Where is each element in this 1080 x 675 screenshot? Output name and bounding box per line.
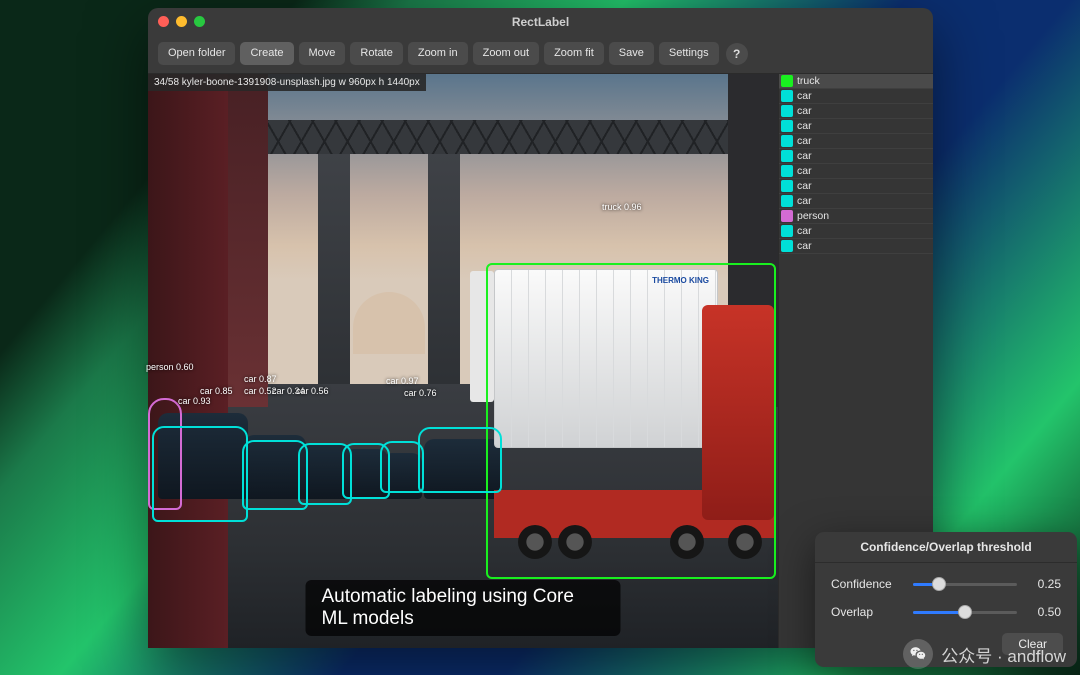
label-row[interactable]: person <box>779 209 933 224</box>
label-name: person <box>797 210 829 222</box>
label-color-swatch <box>781 180 793 192</box>
traffic-lights <box>158 16 205 27</box>
label-row[interactable]: truck <box>779 74 933 89</box>
move-button[interactable]: Move <box>299 42 346 65</box>
annotation-label: car 0.85 <box>200 386 233 396</box>
label-color-swatch <box>781 225 793 237</box>
image-canvas[interactable]: THERMO KING 34/58 kyler-boone-1391908-un… <box>148 74 779 648</box>
label-name: car <box>797 180 812 192</box>
fullscreen-icon[interactable] <box>194 16 205 27</box>
label-color-swatch <box>781 210 793 222</box>
overlap-value: 0.50 <box>1027 605 1061 619</box>
overlap-label: Overlap <box>831 605 903 619</box>
close-icon[interactable] <box>158 16 169 27</box>
label-name: car <box>797 165 812 177</box>
annotation-label: car 0.97 <box>386 376 419 386</box>
watermark-text: 公众号 · andflow <box>941 642 1066 667</box>
watermark: 公众号 · andflow <box>903 639 1066 669</box>
label-name: car <box>797 225 812 237</box>
label-name: car <box>797 195 812 207</box>
label-name: car <box>797 150 812 162</box>
label-name: car <box>797 120 812 132</box>
label-row[interactable]: car <box>779 194 933 209</box>
label-row[interactable]: car <box>779 134 933 149</box>
help-button[interactable]: ? <box>726 43 748 65</box>
image-scene: THERMO KING <box>148 74 778 648</box>
toolbar: Open folder Create Move Rotate Zoom in Z… <box>148 36 933 74</box>
threshold-panel-title: Confidence/Overlap threshold <box>815 532 1077 563</box>
label-row[interactable]: car <box>779 179 933 194</box>
overlap-slider[interactable] <box>913 605 1017 619</box>
zoom-in-button[interactable]: Zoom in <box>408 42 468 65</box>
wechat-icon <box>903 639 933 669</box>
annotation-label: truck 0.96 <box>602 202 642 212</box>
confidence-row: Confidence 0.25 <box>815 563 1077 591</box>
label-name: car <box>797 90 812 102</box>
label-color-swatch <box>781 105 793 117</box>
save-button[interactable]: Save <box>609 42 654 65</box>
confidence-slider[interactable] <box>913 577 1017 591</box>
label-row[interactable]: car <box>779 104 933 119</box>
label-color-swatch <box>781 90 793 102</box>
label-color-swatch <box>781 120 793 132</box>
annotation-label: car 0.93 <box>178 396 211 406</box>
annotation-label: person 0.60 <box>146 362 194 372</box>
settings-button[interactable]: Settings <box>659 42 719 65</box>
open-folder-button[interactable]: Open folder <box>158 42 235 65</box>
create-button[interactable]: Create <box>240 42 293 65</box>
label-row[interactable]: car <box>779 89 933 104</box>
label-row[interactable]: car <box>779 164 933 179</box>
image-caption: Automatic labeling using Core ML models <box>306 580 621 636</box>
annotation-label: car 0.76 <box>404 388 437 398</box>
label-color-swatch <box>781 240 793 252</box>
annotation-label: car 0.56 <box>296 386 329 396</box>
label-row[interactable]: car <box>779 119 933 134</box>
image-infobar: 34/58 kyler-boone-1391908-unsplash.jpg w… <box>148 74 426 91</box>
label-name: car <box>797 240 812 252</box>
overlap-row: Overlap 0.50 <box>815 591 1077 619</box>
zoom-out-button[interactable]: Zoom out <box>473 42 539 65</box>
label-name: car <box>797 135 812 147</box>
window-title: RectLabel <box>512 15 569 29</box>
label-name: truck <box>797 75 820 87</box>
label-color-swatch <box>781 165 793 177</box>
label-row[interactable]: car <box>779 224 933 239</box>
confidence-value: 0.25 <box>1027 577 1061 591</box>
label-name: car <box>797 105 812 117</box>
titlebar: RectLabel <box>148 8 933 36</box>
label-color-swatch <box>781 135 793 147</box>
label-color-swatch <box>781 75 793 87</box>
label-row[interactable]: car <box>779 239 933 254</box>
label-color-swatch <box>781 195 793 207</box>
zoom-fit-button[interactable]: Zoom fit <box>544 42 604 65</box>
label-color-swatch <box>781 150 793 162</box>
rotate-button[interactable]: Rotate <box>350 42 402 65</box>
annotation-label: car 0.87 <box>244 374 277 384</box>
confidence-label: Confidence <box>831 577 903 591</box>
label-row[interactable]: car <box>779 149 933 164</box>
truck-box-logo: THERMO KING <box>652 276 709 285</box>
minimize-icon[interactable] <box>176 16 187 27</box>
truck-graphic: THERMO KING <box>494 269 774 567</box>
